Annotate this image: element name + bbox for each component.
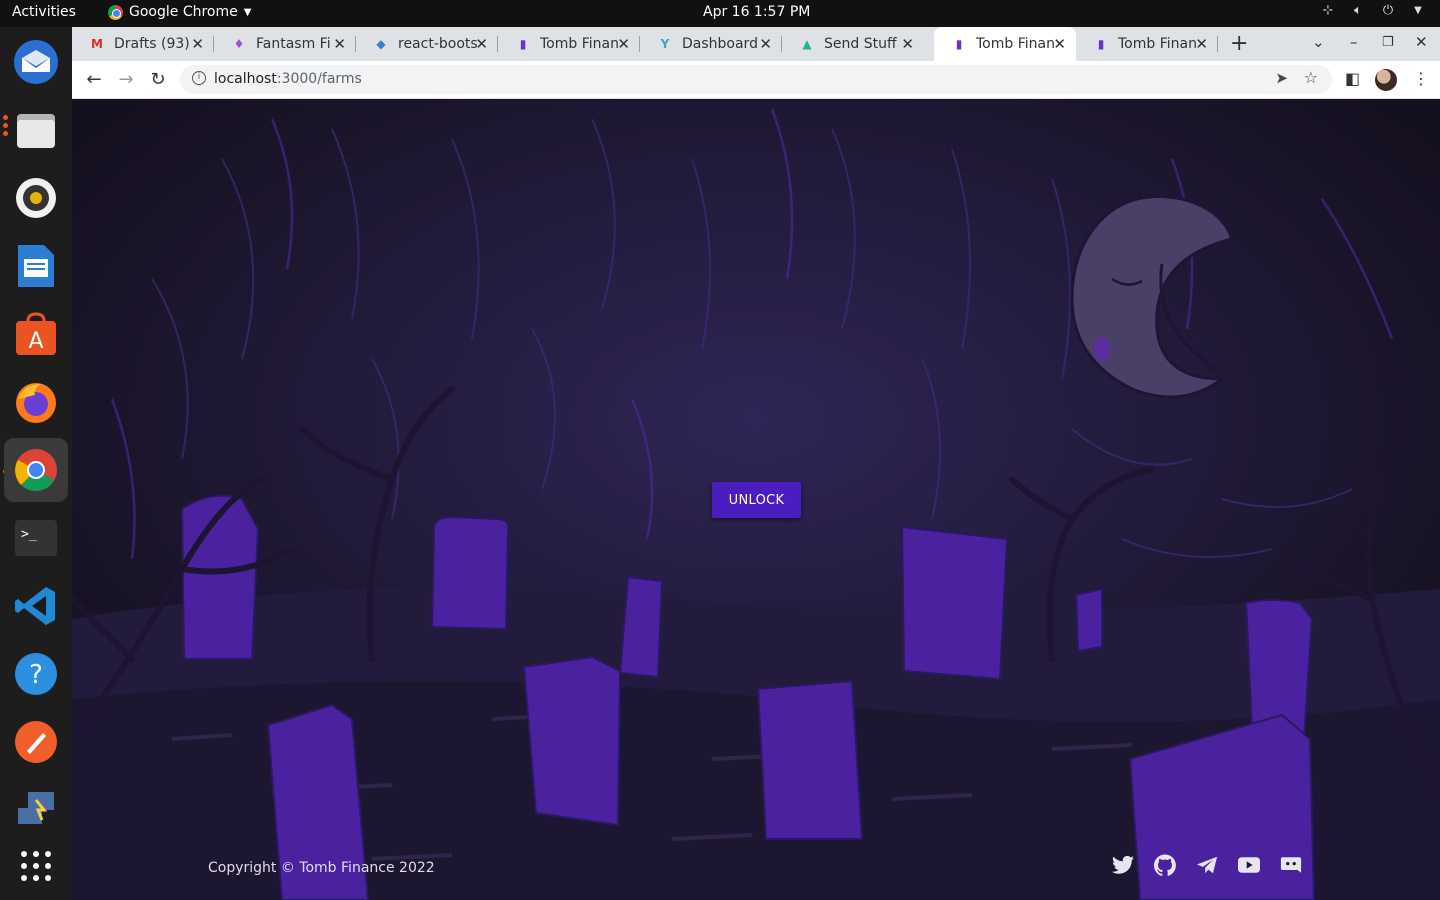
terminal-icon[interactable]: >_ (11, 513, 61, 563)
avatar[interactable] (1375, 69, 1397, 91)
reload-icon[interactable]: ↻ (147, 69, 169, 90)
tab-title: Drafts (93) (114, 36, 190, 52)
remote-icon[interactable] (11, 785, 61, 835)
address-bar[interactable]: i localhost:3000/farms ➤ ☆ (180, 65, 1332, 94)
discord-icon[interactable] (1280, 854, 1302, 876)
clock[interactable]: Apr 16 1:57 PM (703, 4, 810, 20)
url-host: localhost (214, 71, 277, 87)
inkscape-icon[interactable] (11, 717, 61, 767)
browser-window: M Drafts (93) ✕ ♦ Fantasm Fi ✕ ◆ react-b… (72, 27, 1440, 900)
tab-title: Tomb Finan (976, 36, 1055, 52)
tab-search-icon[interactable]: ⌄ (1312, 33, 1325, 51)
url-text[interactable]: localhost:3000/farms (214, 71, 362, 87)
app-name: Google Chrome (129, 4, 238, 20)
vscode-icon[interactable] (11, 581, 61, 631)
tab-dashboard[interactable]: Y Dashboard ✕ (640, 27, 782, 61)
minimize-icon[interactable]: – (1350, 33, 1358, 51)
footer-copyright: Copyright © Tomb Finance 2022 (208, 860, 435, 876)
bookmark-star-icon[interactable]: ☆ (1304, 68, 1318, 87)
close-icon[interactable]: ✕ (617, 35, 630, 53)
files-icon[interactable] (11, 105, 61, 155)
back-icon[interactable]: ← (83, 69, 105, 90)
close-icon[interactable]: ✕ (475, 35, 488, 53)
tomb-icon: ▮ (955, 37, 963, 51)
chrome-icon (108, 4, 123, 20)
restore-icon[interactable]: ❐ (1382, 35, 1394, 50)
side-panel-icon[interactable]: ◧ (1345, 69, 1360, 88)
rhythmbox-icon[interactable] (11, 173, 61, 223)
send-icon[interactable]: ➤ (1275, 69, 1288, 87)
info-icon[interactable]: i (192, 71, 206, 85)
close-icon[interactable]: ✕ (1195, 35, 1208, 53)
fantasm-icon: ♦ (233, 37, 245, 51)
close-icon[interactable]: ✕ (333, 35, 346, 53)
unlock-button[interactable]: UNLOCK (712, 482, 801, 518)
tab-title: react-boots (398, 36, 478, 52)
app-menu[interactable]: Google Chrome ▼ (108, 4, 251, 20)
tab-send-stuff[interactable]: ▲ Send Stuff ✕ (782, 27, 924, 61)
activities-button[interactable]: Activities (12, 4, 76, 20)
youtube-icon[interactable] (1238, 854, 1260, 876)
firefox-icon[interactable] (11, 377, 61, 427)
tab-gmail[interactable]: M Drafts (93) ✕ (72, 27, 214, 61)
network-icon: ⊹ (1322, 3, 1334, 18)
close-icon[interactable]: ✕ (1053, 35, 1066, 53)
tomb-icon: ▮ (1097, 37, 1105, 51)
close-window-icon[interactable]: ✕ (1415, 33, 1428, 51)
forward-icon[interactable]: → (115, 69, 137, 90)
power-icon: ⏻ (1382, 3, 1394, 18)
tab-fantasm[interactable]: ♦ Fantasm Fi ✕ (214, 27, 356, 61)
tab-title: Tomb Finan (540, 36, 619, 52)
social-links (1112, 854, 1302, 876)
close-icon[interactable]: ✕ (759, 35, 772, 53)
twitter-icon[interactable] (1112, 854, 1134, 876)
tab-title: Fantasm Fi (256, 36, 331, 52)
tab-title: Tomb Finan (1118, 36, 1197, 52)
tab-title: Send Stuff (824, 36, 897, 52)
chrome-icon[interactable] (4, 438, 68, 502)
svg-text:>_: >_ (21, 527, 37, 542)
github-icon[interactable] (1154, 854, 1176, 876)
writer-icon[interactable] (11, 241, 61, 291)
software-icon[interactable]: A (11, 309, 61, 359)
tab-tomb-active[interactable]: ▮ Tomb Finan ✕ (934, 27, 1076, 61)
url-path: :3000/farms (276, 71, 362, 87)
dashboard-icon: Y (660, 37, 670, 51)
volume-icon: 🔈︎ (1354, 3, 1362, 18)
menu-kebab-icon[interactable]: ⋮ (1413, 69, 1429, 88)
gmail-icon: M (91, 37, 103, 51)
tab-strip: M Drafts (93) ✕ ♦ Fantasm Fi ✕ ◆ react-b… (72, 27, 1440, 61)
new-tab-button[interactable]: + (1230, 31, 1248, 56)
apps-grid-icon[interactable] (11, 841, 61, 891)
chevron-down-icon: ▼ (243, 6, 252, 18)
close-icon[interactable]: ✕ (191, 35, 204, 53)
browser-toolbar: ← → ↻ i localhost:3000/farms ➤ ☆ ◧ ⋮ (72, 61, 1440, 99)
dock: A >_ ? (0, 27, 72, 900)
tab-tomb-1[interactable]: ▮ Tomb Finan ✕ (498, 27, 640, 61)
tab-title: Dashboard (682, 36, 758, 52)
chevron-down-icon: ▼ (1414, 5, 1422, 16)
svg-text:?: ? (29, 660, 43, 690)
svg-text:A: A (28, 329, 43, 354)
send-stuff-icon: ▲ (802, 37, 812, 51)
react-bootstrap-icon: ◆ (376, 37, 386, 51)
thunderbird-icon[interactable] (11, 37, 61, 87)
telegram-icon[interactable] (1196, 854, 1218, 876)
tab-tomb-3[interactable]: ▮ Tomb Finan ✕ (1076, 27, 1218, 61)
tab-react-bootstrap[interactable]: ◆ react-boots ✕ (356, 27, 498, 61)
close-icon[interactable]: ✕ (901, 35, 914, 53)
help-icon[interactable]: ? (11, 649, 61, 699)
page-viewport: UNLOCK Copyright © Tomb Finance 2022 (72, 99, 1440, 900)
system-top-bar: Activities Google Chrome ▼ Apr 16 1:57 P… (0, 0, 1440, 27)
system-tray[interactable]: ⊹ 🔈︎ ⏻ ▼ (1320, 3, 1426, 19)
tomb-icon: ▮ (519, 37, 527, 51)
